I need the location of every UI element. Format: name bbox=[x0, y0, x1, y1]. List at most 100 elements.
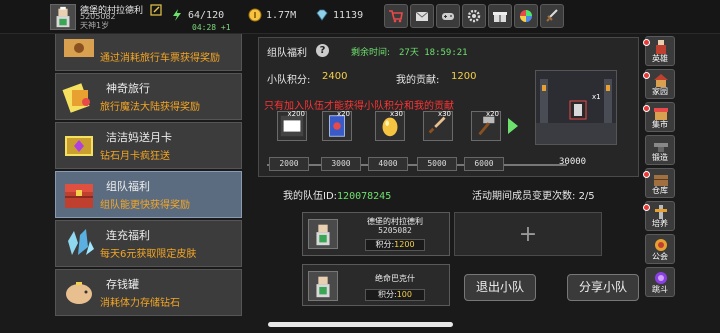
piggy-bank-icon bbox=[66, 282, 92, 304]
edit-icon[interactable] bbox=[150, 4, 162, 16]
contribution-label: 我的贡献: bbox=[396, 75, 440, 86]
nav-guild-button[interactable]: 公会 bbox=[645, 234, 675, 264]
menu-item-monthly-card[interactable]: 洁洁妈送月卡 钻石月卡疯狂送 bbox=[55, 122, 242, 169]
team-points-label: 小队积分: bbox=[267, 75, 311, 86]
nav-label: 锻造 bbox=[652, 153, 668, 162]
menu-item-travel-ticket[interactable]: 通过消耗旅行车票获得奖励 bbox=[55, 34, 242, 71]
menu-title: 存钱罐 bbox=[106, 278, 139, 291]
gear-icon bbox=[467, 9, 481, 23]
member-changes-value: 2/5 bbox=[578, 191, 595, 202]
reward-count: x200 bbox=[287, 110, 305, 118]
notification-dot bbox=[643, 105, 650, 112]
energy-value: 64/120 bbox=[188, 9, 225, 21]
scene-reward-count: x1 bbox=[592, 93, 601, 101]
member-score: 积分:1200 bbox=[365, 239, 425, 251]
reward-slot[interactable]: x200 bbox=[277, 110, 307, 141]
member-score-value: 1200 bbox=[394, 240, 415, 249]
team-id: 我的队伍ID:120078245 bbox=[283, 187, 391, 202]
color-wheel-icon bbox=[520, 10, 532, 22]
team-welfare-panel: 组队福利 ? 剩余时间: 27天 18:59:21 小队积分: 2400 我的贡… bbox=[255, 34, 642, 333]
milestone-marker: 2000 bbox=[269, 157, 309, 171]
nav-label: 公会 bbox=[652, 252, 668, 261]
gamepad-icon bbox=[442, 13, 454, 20]
menu-item-team-welfare[interactable]: 组队福利 组队能更快获得奖励 bbox=[55, 171, 242, 218]
lottery-button[interactable] bbox=[514, 4, 538, 28]
milestone-marker: 3000 bbox=[321, 157, 361, 171]
member-id: 5205082 bbox=[378, 226, 412, 235]
nav-home-button[interactable]: 家园 bbox=[643, 69, 675, 99]
gift-button[interactable] bbox=[488, 4, 512, 28]
gem-counter: 11139 bbox=[315, 6, 363, 24]
mail-icon bbox=[415, 11, 429, 21]
nav-hero-button[interactable]: 英雄 bbox=[643, 36, 675, 66]
menu-desc: 每天6元获取限定皮肤 bbox=[100, 249, 197, 260]
leave-team-button[interactable]: 退出小队 bbox=[464, 274, 536, 301]
notification-dot bbox=[643, 204, 650, 211]
member-avatar bbox=[308, 219, 338, 249]
panel-title: 组队福利 bbox=[267, 48, 307, 59]
energy-timer: 04:28 +1 bbox=[192, 23, 231, 32]
menu-desc: 通过消耗旅行车票获得奖励 bbox=[100, 53, 220, 64]
milestone-marker: 5000 bbox=[417, 157, 457, 171]
notification-dot bbox=[643, 39, 650, 46]
share-team-button[interactable]: 分享小队 bbox=[567, 274, 639, 301]
milestone-marker: 4000 bbox=[368, 157, 408, 171]
member-score: 积分:100 bbox=[365, 289, 425, 301]
team-id-label: 我的队伍ID: bbox=[283, 191, 338, 202]
member-changes-label: 活动期间成员变更次数: bbox=[472, 191, 576, 202]
shop-cart-button[interactable] bbox=[384, 4, 408, 28]
energy-counter: 64/120 bbox=[170, 6, 224, 24]
crystal-icon bbox=[68, 229, 94, 255]
sword-button[interactable] bbox=[540, 4, 564, 28]
player-avatar[interactable] bbox=[50, 4, 76, 30]
nav-market-button[interactable]: 集市 bbox=[643, 102, 675, 132]
menu-item-recharge[interactable]: 连充福利 每天6元获取限定皮肤 bbox=[55, 220, 242, 267]
remaining-time-value: 27天 18:59:21 bbox=[399, 48, 468, 58]
nav-forge-button[interactable]: 锻造 bbox=[645, 135, 675, 165]
menu-title: 洁洁妈送月卡 bbox=[106, 131, 172, 144]
team-chest-icon bbox=[65, 184, 93, 208]
member-score-label: 积分: bbox=[375, 240, 395, 249]
gamepad-button[interactable] bbox=[436, 4, 460, 28]
nav-label: 培养 bbox=[652, 219, 668, 228]
menu-desc: 组队能更快获得奖励 bbox=[100, 200, 190, 211]
member-changes: 活动期间成员变更次数: 2/5 bbox=[472, 187, 595, 202]
add-member-slot[interactable]: + bbox=[454, 212, 602, 256]
menu-title: 连充福利 bbox=[106, 229, 150, 242]
menu-item-piggy-bank[interactable]: 存钱罐 消耗体力存储钻石 bbox=[55, 269, 242, 316]
team-member-card[interactable]: 德堡的村拉德利 5205082 积分:1200 bbox=[302, 212, 450, 256]
dungeon-scene-icon bbox=[536, 71, 616, 144]
right-nav: 英雄 家园 集市 锻造 仓库 培养 公会 跳斗 bbox=[643, 36, 677, 298]
reward-slot[interactable]: x20 bbox=[322, 110, 352, 141]
milestone-marker: 6000 bbox=[464, 157, 504, 171]
cart-icon bbox=[389, 10, 403, 23]
gem-value: 11139 bbox=[333, 9, 364, 21]
nav-portal-button[interactable]: 跳斗 bbox=[645, 267, 675, 297]
team-points-value: 2400 bbox=[322, 71, 348, 82]
help-icon[interactable]: ? bbox=[316, 44, 329, 57]
gold-counter: 1.77M bbox=[248, 6, 296, 24]
next-arrow-icon[interactable] bbox=[506, 117, 520, 135]
reward-slot[interactable]: x30 bbox=[375, 110, 405, 141]
energy-icon bbox=[173, 9, 181, 21]
member-score-label: 积分: bbox=[378, 290, 397, 299]
monthly-card-icon bbox=[65, 136, 93, 156]
team-info-box: 组队福利 ? 剩余时间: 27天 18:59:21 小队积分: 2400 我的贡… bbox=[258, 37, 639, 177]
milestone-final: 30000 bbox=[559, 157, 587, 167]
member-name: 绝命巴克什 bbox=[375, 274, 415, 283]
menu-item-magic-travel[interactable]: 神奇旅行 旅行魔法大陆获得奖励 bbox=[55, 73, 242, 120]
player-subtitle: 天神1岁 bbox=[80, 21, 110, 30]
reward-slot[interactable]: x30 bbox=[423, 110, 453, 141]
gold-coin-icon bbox=[248, 8, 262, 22]
team-member-card[interactable]: 绝命巴克什 积分:100 bbox=[302, 264, 450, 306]
settings-button[interactable] bbox=[462, 4, 486, 28]
top-bar: 德堡的村拉德利 5205082 天神1岁 04:28 +1 64/120 1.7… bbox=[0, 0, 720, 34]
nav-train-button[interactable]: 培养 bbox=[643, 201, 675, 231]
reward-slot[interactable]: x20 bbox=[471, 110, 501, 141]
nav-warehouse-button[interactable]: 仓库 bbox=[643, 168, 675, 198]
notification-dot bbox=[643, 72, 650, 79]
menu-title: 神奇旅行 bbox=[106, 82, 150, 95]
menu-title: 组队福利 bbox=[106, 180, 150, 193]
team-id-value: 120078245 bbox=[337, 191, 392, 202]
mail-button[interactable] bbox=[410, 4, 434, 28]
